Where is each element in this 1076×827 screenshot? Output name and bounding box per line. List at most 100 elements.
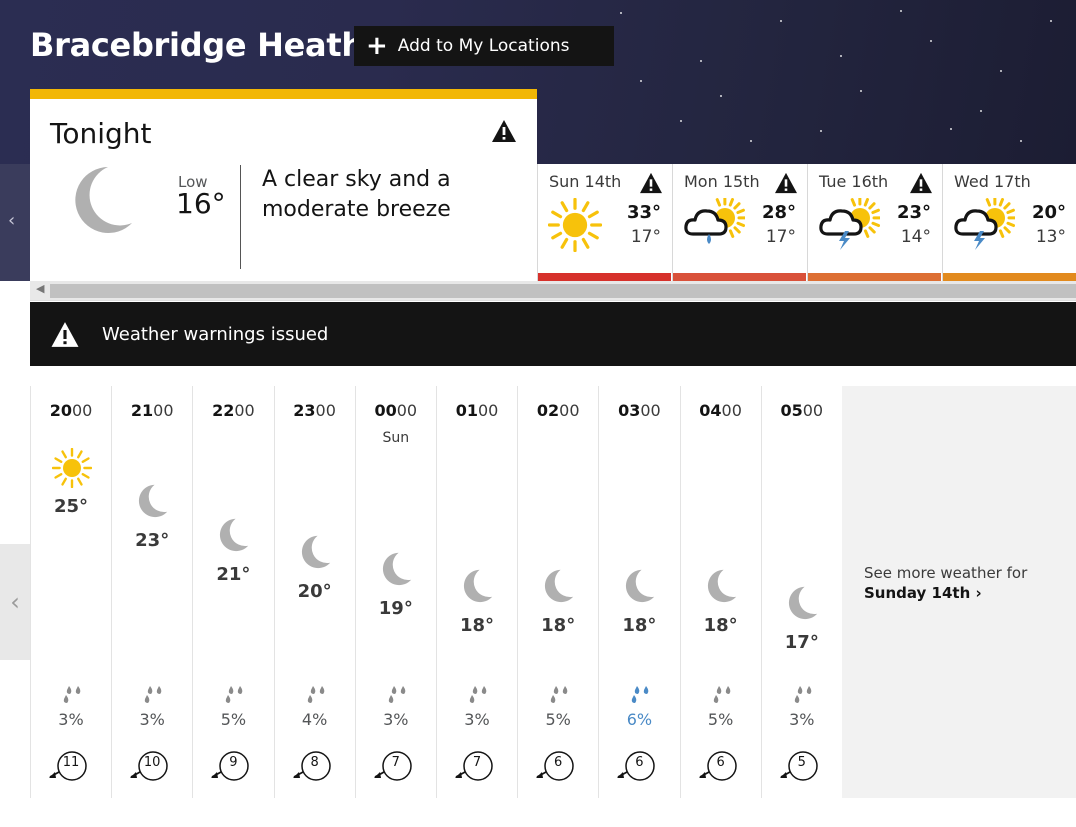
hour-wind-speed: 8: [310, 755, 319, 770]
day-tab[interactable]: Wed 17th 20° 13°: [942, 164, 1076, 281]
hour-time: 0300: [618, 401, 661, 420]
moon-icon: [788, 586, 817, 620]
hourly-scroll-left-button[interactable]: ‹: [0, 544, 30, 660]
day-temperature-bar: [673, 273, 806, 281]
hour-temperature: 20°: [297, 581, 332, 602]
hour-wind-speed: 7: [391, 755, 400, 770]
tonight-description: A clear sky and a moderate breeze: [262, 167, 451, 222]
moon-icon: [301, 535, 330, 569]
hour-rain-chance: 6%: [626, 710, 653, 729]
moon-icon: [545, 569, 574, 603]
day-low-temp: 17°: [630, 227, 661, 247]
sunny-icon: [51, 447, 93, 489]
hour-time: 2300: [293, 401, 336, 420]
day-temperature-bar: [808, 273, 941, 281]
hour-time: 2200: [212, 401, 255, 420]
hour-rain-chance: 3%: [383, 710, 409, 729]
tonight-low-temp: 16°: [176, 187, 226, 220]
raindrops-icon: [629, 684, 651, 708]
moon-icon: [463, 569, 493, 603]
day-low-temp: 13°: [1035, 227, 1066, 247]
raindrops-icon: [548, 684, 570, 708]
day-name: Mon 15th: [684, 172, 760, 191]
hour-rain-chance: 3%: [139, 710, 165, 729]
hour-time: 0500: [780, 401, 824, 420]
day-tab[interactable]: Tue 16th 23° 14°: [807, 164, 941, 281]
tonight-card[interactable]: Tonight Low 16° A clear sky and a modera…: [30, 89, 537, 281]
hour-column[interactable]: 2000 25° 3% 11: [30, 386, 111, 798]
see-more-line2: Sunday 14th ›: [864, 584, 982, 602]
day-scroll-left[interactable]: ‹: [0, 164, 30, 281]
day-tab[interactable]: Sun 14th 33° 17°: [537, 164, 671, 281]
raindrops-icon: [142, 684, 164, 708]
hour-rain-chance: 3%: [58, 710, 84, 729]
warning-triangle-icon: [909, 172, 933, 198]
hour-column[interactable]: 0200 18° 5% 6: [517, 386, 598, 798]
hourly-forecast: See more weather for Sunday 14th › 2000 …: [30, 386, 1076, 798]
hour-temperature: 18°: [622, 615, 657, 636]
hour-column[interactable]: 2300 20° 4% 8: [273, 386, 355, 798]
day-low-temp: 14°: [900, 227, 931, 247]
hour-rain-chance: 3%: [789, 710, 815, 729]
weather-warnings-banner[interactable]: Weather warnings issued: [30, 302, 1076, 366]
sunny-icon: [547, 197, 603, 253]
hour-time: 0200: [536, 401, 580, 420]
moon-icon: [68, 163, 134, 237]
see-more-weather-link[interactable]: See more weather for Sunday 14th ›: [842, 386, 1076, 798]
day-low-temp: 17°: [765, 227, 796, 247]
hour-wind-speed: 9: [229, 755, 238, 770]
hour-column[interactable]: 0500 17° 3% 5: [760, 386, 842, 798]
day-name: Wed 17th: [954, 172, 1031, 191]
add-to-my-locations-label: Add to My Locations: [397, 36, 570, 56]
day-temperature-bar: [943, 273, 1076, 281]
hour-rain-chance: 4%: [301, 710, 328, 729]
hour-column[interactable]: 2200 21° 5% 9: [192, 386, 273, 798]
hour-temperature: 18°: [541, 615, 576, 636]
hour-wind-speed: 7: [472, 755, 482, 770]
plus-icon: +: [366, 31, 388, 61]
day-tab[interactable]: Mon 15th 28° 17°: [672, 164, 806, 281]
add-to-my-locations-button[interactable]: + Add to My Locations: [354, 26, 614, 66]
hour-time: 0400: [699, 401, 742, 420]
hour-time: 2100: [130, 401, 174, 420]
see-more-line1: See more weather for: [864, 564, 1028, 582]
scroll-left-arrow-icon[interactable]: ◀: [36, 282, 44, 295]
raindrops-icon: [711, 684, 733, 708]
warning-triangle-icon: [639, 172, 663, 198]
raindrops-icon: [223, 684, 245, 708]
warning-triangle-icon: [774, 172, 798, 198]
hour-temperature: 18°: [703, 615, 738, 636]
day-high-temp: 33°: [626, 202, 661, 223]
moon-icon: [707, 569, 736, 603]
hour-day-label: Sun: [382, 430, 410, 446]
raindrops-icon: [386, 684, 408, 708]
warning-triangle-icon: [491, 119, 517, 147]
chevron-left-icon: ‹: [8, 210, 16, 231]
moon-icon: [139, 484, 168, 518]
day-temperature-bar: [538, 273, 671, 281]
hour-temperature: 21°: [216, 564, 251, 585]
warning-triangle-icon: [51, 321, 79, 347]
raindrops-icon: [792, 684, 814, 708]
scrollbar-thumb[interactable]: [50, 284, 1076, 298]
hour-column[interactable]: 0000 Sun 19° 3% 7: [354, 386, 436, 798]
moon-icon: [220, 518, 249, 552]
horizontal-scrollbar[interactable]: ◀: [30, 281, 1076, 301]
hour-wind-speed: 5: [797, 755, 806, 770]
hour-column[interactable]: 0300 18° 6% 6: [598, 386, 679, 798]
raindrops-icon: [305, 684, 327, 708]
hour-column[interactable]: 0400 18° 5% 6: [679, 386, 761, 798]
hour-rain-chance: 5%: [220, 710, 247, 729]
hour-column[interactable]: 2100 23° 3% 10: [111, 386, 192, 798]
hour-rain-chance: 5%: [707, 710, 734, 729]
hour-temperature: 25°: [53, 496, 89, 517]
weather-warnings-text: Weather warnings issued: [102, 323, 329, 345]
hour-column[interactable]: 0100 18° 3% 7: [436, 386, 517, 798]
chevron-right-icon: ›: [975, 584, 982, 602]
moon-icon: [626, 569, 655, 603]
day-name: Sun 14th: [549, 172, 622, 191]
day-high-temp: 20°: [1031, 202, 1066, 223]
moon-icon: [382, 552, 411, 586]
hour-temperature: 19°: [378, 598, 413, 619]
hour-rain-chance: 5%: [545, 710, 571, 729]
